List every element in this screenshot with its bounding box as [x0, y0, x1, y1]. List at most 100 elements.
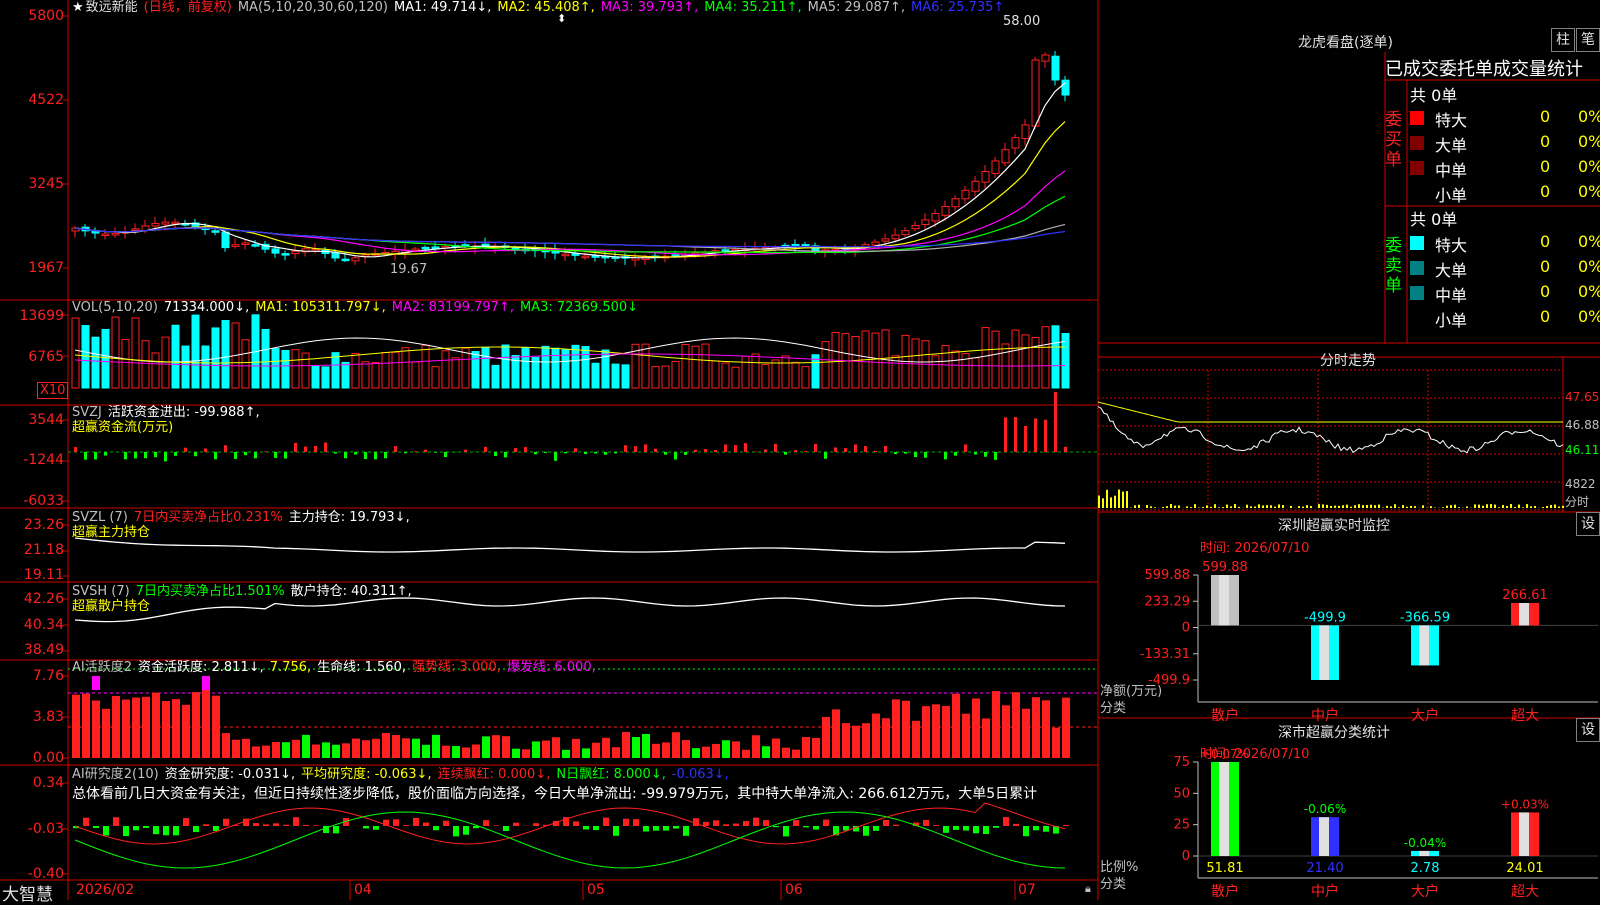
fund-flow-bar: [874, 451, 877, 452]
candle: [792, 244, 799, 246]
intraday-volume-bar: [1110, 497, 1112, 508]
volume-bar: [542, 346, 549, 388]
volume-bar: [872, 333, 879, 388]
research-bar: [793, 820, 799, 826]
intraday-volume-bar: [1526, 504, 1528, 508]
net-flow-bar-highlight: [1319, 625, 1329, 680]
activity-bar: [462, 747, 470, 758]
fund-flow-bar: [674, 452, 677, 459]
dragon-title: 龙虎看盘(逐单): [1298, 32, 1393, 52]
research-extra-value: -0.063↓,: [672, 767, 729, 782]
intraday-volume-bar: [1522, 507, 1524, 508]
activity-bar: [912, 721, 920, 758]
volume-label: VOL(5,10,20): [72, 300, 158, 315]
fund-flow-bar: [344, 452, 347, 458]
candle: [512, 248, 519, 250]
intraday-volume-bar: [1322, 504, 1324, 508]
volume-bar: [582, 347, 589, 388]
intraday-volume-bar: [1250, 506, 1252, 508]
volume-tick: 6765: [0, 349, 64, 365]
ratio-value-label: 51.81: [1206, 861, 1243, 876]
fund-flow-bar: [274, 452, 277, 458]
activity-bar: [352, 739, 360, 758]
activity-bar: [752, 735, 760, 758]
brand-logo[interactable]: 大智慧: [2, 880, 53, 905]
fund-flow-bar: [144, 452, 147, 458]
volume-bar: [102, 329, 109, 388]
order-pct: 0%: [1578, 282, 1600, 301]
stock-name[interactable]: 致远新能: [86, 0, 138, 15]
date-tick: 04: [354, 882, 372, 898]
intraday-volume-bar: [1222, 507, 1224, 508]
main-header: ★致远新能(日线，前复权)MA(5,10,20,30,60,120)MA1: 4…: [72, 0, 1010, 16]
research-bar: [253, 823, 259, 826]
research-bar: [183, 818, 189, 826]
volume-bar: [312, 365, 319, 388]
intraday-volume-bar: [1478, 505, 1480, 508]
order-count: 0: [1540, 257, 1550, 276]
activity-bar: [242, 739, 250, 758]
research-bar: [103, 826, 109, 836]
sz-stats-settings-button[interactable]: 设: [1576, 718, 1600, 742]
svsh-tick: 40.34: [0, 617, 64, 633]
volume-bar: [182, 346, 189, 388]
volume-bar: [622, 365, 629, 388]
ratio-change-label: -0.06%: [1304, 802, 1346, 816]
activity-bar: [762, 746, 770, 758]
candle: [292, 251, 299, 253]
period-label[interactable]: (日线，前复权): [144, 0, 232, 15]
fund-flow-bar: [304, 447, 307, 452]
fund-flow-bar: [384, 452, 387, 458]
dragon-tabs[interactable]: 已成交委托单成交量统计: [1385, 55, 1600, 81]
intraday-volume-bar: [1166, 506, 1168, 508]
fund-flow-bar: [1014, 417, 1017, 452]
intraday-volume-bar: [1238, 507, 1240, 508]
order-count: 0: [1540, 307, 1550, 326]
fund-flow-bar: [154, 452, 157, 457]
research-bar: [943, 826, 949, 833]
svzl-ratio: 7日内买卖净占比0.231%: [134, 510, 283, 525]
activity-bar: [142, 697, 150, 758]
research-bar: [363, 826, 369, 828]
activity-bar: [592, 743, 600, 758]
favorite-star-icon[interactable]: ★: [72, 0, 84, 15]
research-bar: [823, 820, 829, 826]
order-pct: 0%: [1578, 107, 1600, 126]
fund-flow-bar: [264, 451, 267, 452]
research-bar: [613, 826, 619, 836]
volume-bar: [612, 364, 619, 388]
intraday-volume-bar: [1338, 506, 1340, 508]
volume-bar: [262, 329, 269, 388]
fund-flow-bar: [74, 447, 77, 452]
volume-bar: [412, 362, 419, 388]
fund-flow-bar: [584, 452, 587, 454]
date-tick: 07: [1018, 882, 1036, 898]
volume-bar: [702, 344, 709, 388]
intraday-volume-bar: [1162, 507, 1164, 508]
volume-bar: [432, 367, 439, 388]
order-pct: 0%: [1578, 232, 1600, 251]
intraday-volume-bar: [1474, 504, 1476, 508]
lock-icon[interactable]: 🔒︎: [1085, 882, 1091, 896]
activity-bar: [122, 700, 130, 758]
candle: [1052, 56, 1059, 80]
order-row: 中单00%: [1410, 157, 1600, 179]
volume-bar: [802, 367, 809, 388]
volume-bar: [272, 349, 279, 388]
volume-bar: [502, 345, 509, 388]
kline-chart[interactable]: [0, 0, 1100, 900]
sz-monitor-settings-button[interactable]: 设: [1576, 512, 1600, 536]
volume-unit[interactable]: X10: [37, 382, 68, 399]
lifeline-value: 生命线: 1.560,: [317, 660, 406, 675]
intraday-volume-bar: [1494, 505, 1496, 508]
research-bar: [123, 826, 129, 836]
candle: [982, 171, 989, 182]
intraday-tick: 47.65: [1565, 390, 1599, 404]
fund-flow-bar: [954, 452, 957, 456]
order-type: 中单: [1435, 157, 1467, 181]
fund-flow-bar: [134, 452, 137, 458]
tick-mode-button[interactable]: 笔: [1576, 28, 1600, 52]
fund-flow-bar: [924, 452, 927, 458]
volume-bar: [852, 337, 859, 388]
bar-mode-button[interactable]: 柱: [1551, 28, 1575, 52]
